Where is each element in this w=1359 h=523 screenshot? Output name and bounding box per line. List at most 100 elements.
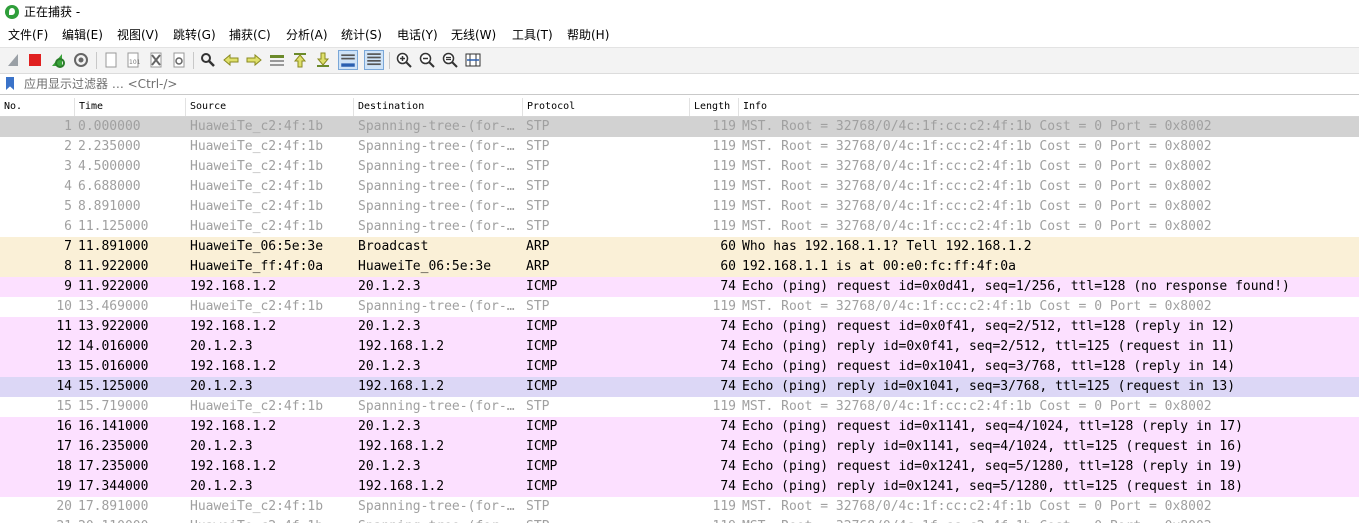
packet-info: MST. Root = 32768/0/4c:1f:cc:c2:4f:1b Co… xyxy=(742,159,1212,174)
packet-row[interactable]: 17 16.235000 20.1.2.3 192.168.1.2 ICMP 74 Echo… xyxy=(0,437,1359,457)
menu-wireless[interactable]: 无线(W) xyxy=(451,24,496,46)
packet-row[interactable]: 19 17.344000 20.1.2.3 192.168.1.2 ICMP 74 Echo… xyxy=(0,477,1359,497)
packet-info: MST. Root = 32768/0/4c:1f:cc:c2:4f:1b Co… xyxy=(742,179,1212,194)
column-header-destination[interactable]: Destination xyxy=(354,98,523,116)
column-header-info[interactable]: Info xyxy=(739,98,1359,116)
restart-icon[interactable] xyxy=(50,52,66,68)
packet-info: MST. Root = 32768/0/4c:1f:cc:c2:4f:1b Co… xyxy=(742,399,1212,414)
find-packet-icon[interactable] xyxy=(200,52,216,68)
packet-source: 192.168.1.2 xyxy=(190,279,277,294)
packet-row[interactable]: 4 6.688000 HuaweiTe_c2:4f:1b Spanning-tree-… xyxy=(0,177,1359,197)
menu-edit[interactable]: 编辑(E) xyxy=(62,24,103,46)
packet-source: HuaweiTe_c2:4f:1b xyxy=(190,199,324,214)
packet-destination: 20.1.2.3 xyxy=(358,319,421,334)
packet-time: 11.125000 xyxy=(78,219,149,234)
window-title: 正在捕获 - xyxy=(24,5,81,19)
packet-info: MST. Root = 32768/0/4c:1f:cc:c2:4f:1b Co… xyxy=(742,499,1212,514)
packet-source: 20.1.2.3 xyxy=(190,439,253,454)
menu-go[interactable]: 跳转(G) xyxy=(173,24,216,46)
menu-telephony[interactable]: 电话(Y) xyxy=(397,24,438,46)
packet-destination: Spanning-tree-(for-… xyxy=(358,219,515,234)
capture-options-icon[interactable] xyxy=(73,52,89,68)
go-first-icon[interactable] xyxy=(292,52,308,68)
packet-protocol: STP xyxy=(526,219,550,234)
packet-row[interactable]: 15 15.719000 HuaweiTe_c2:4f:1b Spanning-tre… xyxy=(0,397,1359,417)
menu-view[interactable]: 视图(V) xyxy=(117,24,159,46)
zoom-normal-icon[interactable] xyxy=(442,52,458,68)
packet-row[interactable]: 12 14.016000 20.1.2.3 192.168.1.2 ICMP 74 Echo… xyxy=(0,337,1359,357)
go-to-packet-icon[interactable] xyxy=(269,52,285,68)
colorize-icon[interactable] xyxy=(364,50,384,70)
packet-length: 74 xyxy=(720,279,736,294)
stop-icon[interactable] xyxy=(27,52,43,68)
packet-destination: Spanning-tree-(for-… xyxy=(358,399,515,414)
zoom-out-icon[interactable] xyxy=(419,52,435,68)
go-back-icon[interactable] xyxy=(223,52,239,68)
packet-source: HuaweiTe_c2:4f:1b xyxy=(190,517,352,523)
go-last-icon[interactable] xyxy=(315,52,331,68)
bookmark-icon[interactable] xyxy=(6,77,14,90)
display-filter-bar xyxy=(0,74,1359,95)
zoom-in-icon[interactable] xyxy=(396,52,412,68)
menu-analyze[interactable]: 分析(A) xyxy=(286,24,328,46)
packet-row[interactable]: 9 11.922000 192.168.1.2 20.1.2.3 ICMP 74 Echo … xyxy=(0,277,1359,297)
packet-number: 4 xyxy=(64,179,72,194)
open-file-icon[interactable] xyxy=(103,52,119,68)
column-header-length[interactable]: Length xyxy=(690,98,739,116)
packet-row[interactable]: 10 13.469000 HuaweiTe_c2:4f:1b Spanning-tre… xyxy=(0,297,1359,317)
packet-row[interactable]: 14 15.125000 20.1.2.3 192.168.1.2 ICMP 74 Echo… xyxy=(0,377,1359,397)
packet-protocol: STP xyxy=(526,399,550,414)
go-forward-icon[interactable] xyxy=(246,52,262,68)
column-header-source[interactable]: Source xyxy=(186,98,354,116)
packet-row[interactable]: 11 13.922000 192.168.1.2 20.1.2.3 ICMP 74 Echo… xyxy=(0,317,1359,337)
packet-length: 119 xyxy=(712,299,736,314)
packet-time: 4.500000 xyxy=(78,159,141,174)
column-header-time[interactable]: Time xyxy=(75,98,186,116)
column-header-protocol[interactable]: Protocol xyxy=(523,98,690,116)
packet-source: 20.1.2.3 xyxy=(190,479,253,494)
reload-icon[interactable] xyxy=(171,52,187,68)
packet-time: 6.688000 xyxy=(78,179,141,194)
packet-row[interactable]: 21 20.110000 HuaweiTe_c2:4f:1b Spanning-tre… xyxy=(0,517,1359,523)
packet-time: 2.235000 xyxy=(78,139,141,154)
menu-statistics[interactable]: 统计(S) xyxy=(341,24,382,46)
menu-tools[interactable]: 工具(T) xyxy=(512,24,553,46)
save-file-icon[interactable]: 101 xyxy=(125,52,141,68)
menu-capture[interactable]: 捕获(C) xyxy=(229,24,271,46)
packet-destination: Spanning-tree-(for-… xyxy=(358,159,515,174)
packet-source: HuaweiTe_c2:4f:1b xyxy=(190,159,324,174)
close-file-icon[interactable] xyxy=(148,52,164,68)
packet-row[interactable]: 5 8.891000 HuaweiTe_c2:4f:1b Spanning-tree-… xyxy=(0,197,1359,217)
packet-protocol: ARP xyxy=(526,259,550,274)
packet-info: MST. Root = 32768/0/4c:1f:cc:c2:4f:1b Co… xyxy=(742,299,1212,314)
menu-help[interactable]: 帮助(H) xyxy=(567,24,609,46)
packet-destination: 192.168.1.2 xyxy=(358,339,445,354)
packet-row[interactable]: 2 2.235000 HuaweiTe_c2:4f:1b Spanning-tree-… xyxy=(0,137,1359,157)
packet-row[interactable]: 6 11.125000 HuaweiTe_c2:4f:1b Spanning-tree… xyxy=(0,217,1359,237)
packet-row[interactable]: 18 17.235000 192.168.1.2 20.1.2.3 ICMP 74 Echo… xyxy=(0,457,1359,477)
packet-row[interactable]: 13 15.016000 192.168.1.2 20.1.2.3 ICMP 74 Echo… xyxy=(0,357,1359,377)
packet-protocol: ICMP xyxy=(526,279,558,294)
packet-info: MST. Root = 32768/0/4c:1f:cc:c2:4f:1b Co… xyxy=(742,517,1359,523)
menu-file[interactable]: 文件(F) xyxy=(8,24,48,46)
packet-row[interactable]: 20 17.891000 HuaweiTe_c2:4f:1b Spanning-tre… xyxy=(0,497,1359,517)
display-filter-input[interactable] xyxy=(20,74,1348,93)
column-header-no[interactable]: No. xyxy=(0,98,75,116)
resize-columns-icon[interactable] xyxy=(465,52,481,68)
shark-fin-start-icon[interactable] xyxy=(6,52,22,68)
packet-row[interactable]: 8 11.922000 HuaweiTe_ff:4f:0a HuaweiTe_06:5… xyxy=(0,257,1359,277)
packet-info: Echo (ping) reply id=0x1241, seq=5/1280,… xyxy=(742,479,1243,494)
packet-row[interactable]: 3 4.500000 HuaweiTe_c2:4f:1b Spanning-tree-… xyxy=(0,157,1359,177)
packet-source: 20.1.2.3 xyxy=(190,339,253,354)
packet-time: 11.891000 xyxy=(78,239,149,254)
packet-info: 192.168.1.1 is at 00:e0:fc:ff:4f:0a xyxy=(742,259,1016,274)
packet-length: 119 xyxy=(712,159,736,174)
packet-number: 16 xyxy=(56,419,72,434)
packet-length: 74 xyxy=(720,459,736,474)
packet-row[interactable]: 1 0.000000 HuaweiTe_c2:4f:1b Spanning-tree-… xyxy=(0,117,1359,137)
autoscroll-icon[interactable] xyxy=(338,50,358,70)
packet-row[interactable]: 7 11.891000 HuaweiTe_06:5e:3e Broadcast ARP 6… xyxy=(0,237,1359,257)
packet-protocol: ARP xyxy=(526,239,550,254)
packet-row[interactable]: 16 16.141000 192.168.1.2 20.1.2.3 ICMP 74 Echo… xyxy=(0,417,1359,437)
packet-number: 19 xyxy=(56,479,72,494)
